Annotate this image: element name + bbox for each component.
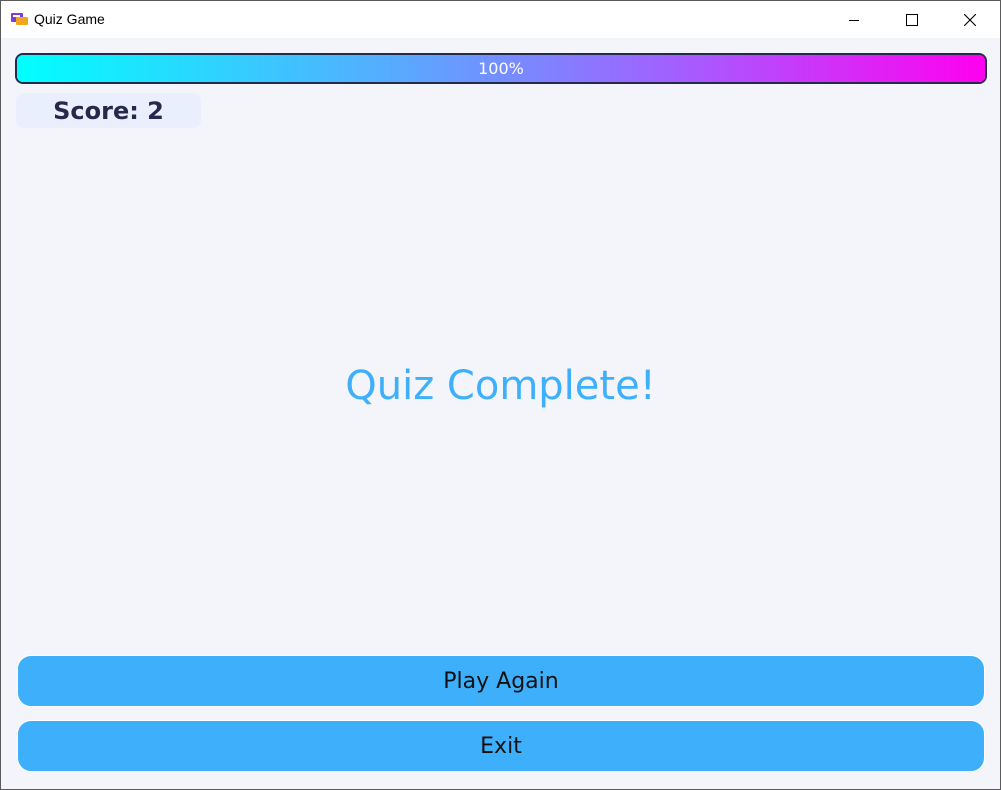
app-window: Quiz Game 100% Score: 2 Quiz Complete! P… — [0, 0, 1001, 790]
play-again-button[interactable]: Play Again — [17, 655, 985, 707]
quiz-complete-heading: Quiz Complete! — [345, 363, 656, 409]
window-title: Quiz Game — [34, 11, 105, 27]
maximize-icon — [906, 13, 918, 26]
close-icon — [964, 13, 976, 26]
maximize-button[interactable] — [883, 1, 941, 38]
quiz-progress-bar: 100% — [15, 53, 987, 84]
exit-button[interactable]: Exit — [17, 720, 985, 772]
close-button[interactable] — [941, 1, 999, 38]
title-bar[interactable]: Quiz Game — [1, 1, 1000, 38]
quiz-app-icon — [11, 12, 29, 26]
minimize-icon — [849, 19, 859, 21]
score-badge: Score: 2 — [16, 93, 201, 128]
progress-label: 100% — [478, 59, 524, 78]
minimize-button[interactable] — [825, 1, 883, 38]
